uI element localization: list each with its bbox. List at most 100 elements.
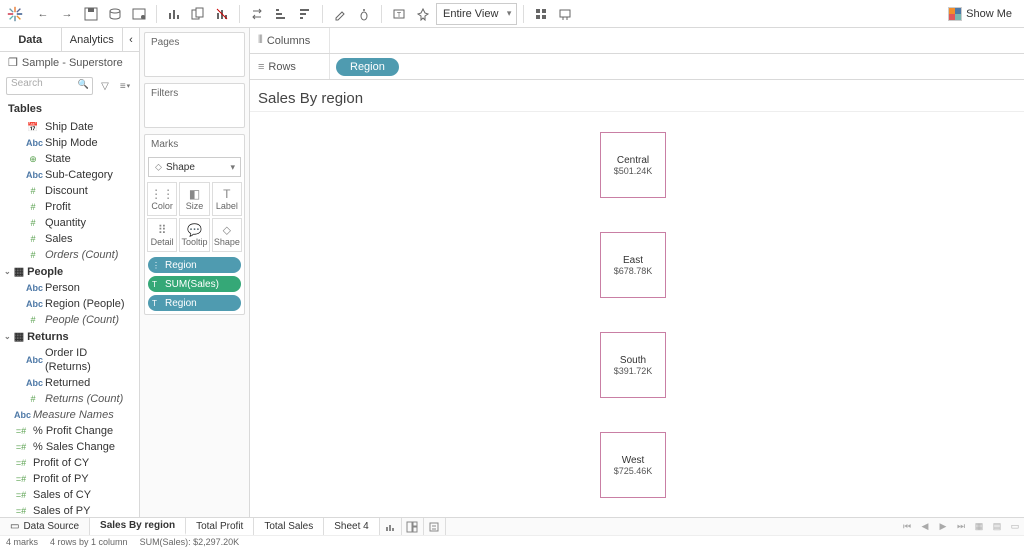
- field-label: Order ID (Returns): [45, 346, 135, 374]
- swap-button[interactable]: [246, 3, 268, 25]
- field-item[interactable]: #Discount: [0, 183, 139, 199]
- sheet-tab[interactable]: Sheet 4: [324, 518, 379, 535]
- prev-sheet-button[interactable]: ◀: [916, 518, 934, 535]
- presentation-button[interactable]: [554, 3, 576, 25]
- viz-area[interactable]: Central$501.24K East$678.78K South$391.72K…: [250, 112, 1024, 517]
- sort-asc-button[interactable]: [270, 3, 292, 25]
- field-item[interactable]: ⊕State: [0, 151, 139, 167]
- field-item[interactable]: #Returns (Count): [0, 391, 139, 407]
- tab-analytics[interactable]: Analytics: [62, 28, 124, 51]
- status-sum: SUM(Sales): $2,297.20K: [140, 537, 240, 547]
- field-item[interactable]: #Profit: [0, 199, 139, 215]
- labels-button[interactable]: T: [388, 3, 410, 25]
- folder-returns[interactable]: ⌄▦Returns: [0, 328, 139, 345]
- filter-fields-icon[interactable]: ▽: [97, 78, 113, 94]
- field-item[interactable]: AbcPerson: [0, 280, 139, 296]
- new-datasource-button[interactable]: [104, 3, 126, 25]
- field-item[interactable]: #Sales: [0, 231, 139, 247]
- sheet-tab[interactable]: Total Sales: [254, 518, 324, 535]
- field-item[interactable]: AbcOrder ID (Returns): [0, 345, 139, 375]
- pause-button[interactable]: [128, 3, 150, 25]
- columns-shelf[interactable]: ⦀Columns: [250, 28, 1024, 54]
- save-button[interactable]: [80, 3, 102, 25]
- table-icon: ▦: [14, 330, 24, 343]
- field-item[interactable]: #People (Count): [0, 312, 139, 328]
- field-item[interactable]: 📅Ship Date: [0, 119, 139, 135]
- rows-pill-region[interactable]: Region: [336, 58, 399, 76]
- rows-shelf[interactable]: ≡Rows Region: [250, 54, 1024, 80]
- field-item[interactable]: #Orders (Count): [0, 247, 139, 263]
- new-dashboard-button[interactable]: [402, 518, 424, 535]
- field-item[interactable]: AbcReturned: [0, 375, 139, 391]
- field-item[interactable]: =#Sales of CY: [0, 487, 139, 503]
- sheet-sorter-button[interactable]: ▦: [970, 518, 988, 535]
- filters-shelf[interactable]: Filters: [144, 83, 245, 128]
- field-item[interactable]: #Quantity: [0, 215, 139, 231]
- next-sheet-button[interactable]: ▶: [934, 518, 952, 535]
- show-cards-button[interactable]: [530, 3, 552, 25]
- filmstrip-button[interactable]: ▤: [988, 518, 1006, 535]
- field-item[interactable]: =#% Sales Change: [0, 439, 139, 455]
- pill-type-icon: ⋮: [152, 261, 162, 270]
- mark-size-button[interactable]: ◧Size: [179, 182, 209, 216]
- forward-button[interactable]: →: [56, 3, 78, 25]
- region-mark-south[interactable]: South$391.72K: [600, 332, 666, 398]
- new-story-button[interactable]: [424, 518, 446, 535]
- first-sheet-button[interactable]: ⏮: [898, 518, 916, 535]
- status-marks: 4 marks: [6, 537, 38, 547]
- field-item[interactable]: AbcShip Mode: [0, 135, 139, 151]
- last-sheet-button[interactable]: ⏭: [952, 518, 970, 535]
- field-item[interactable]: Abc Region (People): [0, 296, 139, 312]
- folder-people[interactable]: ⌄▦People: [0, 263, 139, 280]
- pill-region[interactable]: ⋮Region: [148, 257, 241, 273]
- mark-tooltip-button[interactable]: 💬Tooltip: [179, 218, 209, 252]
- mark-type-select[interactable]: ⬦Shape: [148, 157, 241, 177]
- view-fields-icon[interactable]: ≡: [117, 78, 133, 94]
- text-field-icon: Abc: [26, 297, 40, 311]
- sort-desc-button[interactable]: [294, 3, 316, 25]
- field-item[interactable]: =#% Profit Change: [0, 423, 139, 439]
- field-item[interactable]: =#Sales of PY: [0, 503, 139, 517]
- pill-sumsales[interactable]: TSUM(Sales): [148, 276, 241, 292]
- field-item[interactable]: =#Profit of CY: [0, 455, 139, 471]
- field-item[interactable]: =#Profit of PY: [0, 471, 139, 487]
- group-button[interactable]: [353, 3, 375, 25]
- show-me-button[interactable]: Show Me: [942, 5, 1018, 23]
- mark-shape-button[interactable]: ⬦Shape: [212, 218, 242, 252]
- clear-button[interactable]: [211, 3, 233, 25]
- view-canvas: ⦀Columns ≡Rows Region Sales By region Ce…: [250, 28, 1024, 517]
- datasource-tab[interactable]: ▭ Data Source: [0, 518, 90, 535]
- top-toolbar: ← → T Entire View Show Me: [0, 0, 1024, 28]
- pill-region[interactable]: TRegion: [148, 295, 241, 311]
- tables-header: Tables: [0, 99, 139, 119]
- tab-data[interactable]: Data: [0, 28, 62, 51]
- region-mark-central[interactable]: Central$501.24K: [600, 132, 666, 198]
- search-input[interactable]: Search: [6, 77, 93, 95]
- pages-shelf[interactable]: Pages: [144, 32, 245, 77]
- region-mark-east[interactable]: East$678.78K: [600, 232, 666, 298]
- field-label: % Profit Change: [33, 424, 113, 438]
- sheet-tabs-bar: ▭ Data Source Sales By regionTotal Profi…: [0, 517, 1024, 535]
- new-sheet-button[interactable]: [380, 518, 402, 535]
- duplicate-button[interactable]: [187, 3, 209, 25]
- field-item[interactable]: AbcSub-Category: [0, 167, 139, 183]
- region-mark-west[interactable]: West$725.46K: [600, 432, 666, 498]
- pin-button[interactable]: [412, 3, 434, 25]
- fit-view-select[interactable]: Entire View: [436, 3, 517, 25]
- back-button[interactable]: ←: [32, 3, 54, 25]
- collapse-data-pane-icon[interactable]: ‹: [123, 28, 139, 51]
- mark-label-button[interactable]: TLabel: [212, 182, 242, 216]
- mark-color-button[interactable]: ⋮⋮Color: [147, 182, 177, 216]
- mark-detail-button[interactable]: ⠿Detail: [147, 218, 177, 252]
- viz-title[interactable]: Sales By region: [250, 80, 1024, 112]
- field-label: Region (People): [45, 297, 125, 311]
- sheet-tab[interactable]: Total Profit: [186, 518, 254, 535]
- field-item[interactable]: AbcMeasure Names: [0, 407, 139, 423]
- field-label: Returns (Count): [45, 392, 123, 406]
- new-worksheet-button[interactable]: [163, 3, 185, 25]
- datasource-item[interactable]: ❐ Sample - Superstore: [0, 52, 139, 73]
- sheet-tab[interactable]: Sales By region: [90, 518, 186, 535]
- highlight-button[interactable]: [329, 3, 351, 25]
- show-me-icon: [948, 7, 962, 21]
- tabs-button[interactable]: ▭: [1006, 518, 1024, 535]
